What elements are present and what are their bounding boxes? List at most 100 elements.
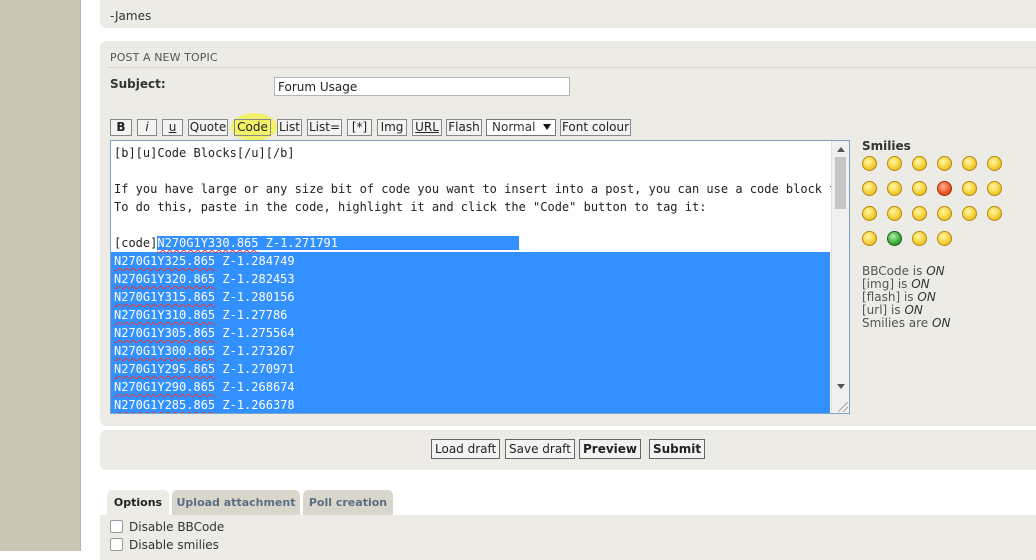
code-value: Z-1.268674 <box>215 380 295 394</box>
img-button[interactable]: Img <box>377 119 407 136</box>
preview-button[interactable]: Preview <box>579 439 642 459</box>
spellcheck-word: N270G1Y330.865 <box>157 236 259 250</box>
editor-line: To do this, paste in the code, highlight… <box>114 200 707 214</box>
surprised-smiley-icon[interactable] <box>937 156 952 171</box>
status-value: ON <box>917 290 936 304</box>
rolleyes-smiley-icon[interactable] <box>887 206 902 221</box>
font-size-select[interactable]: Normal <box>486 119 556 136</box>
cool-smiley-icon[interactable] <box>862 181 877 196</box>
tab-upload-attachment[interactable]: Upload attachment <box>172 490 300 515</box>
list-button[interactable]: List <box>277 119 302 136</box>
url-button[interactable]: URL <box>412 119 442 136</box>
tongue-smiley-icon[interactable] <box>912 181 927 196</box>
load-draft-button[interactable]: Load draft <box>431 439 501 459</box>
action-buttons-panel: Load draft Save draft Preview Submit <box>100 430 1036 470</box>
left-sidebar-strip <box>0 0 81 551</box>
subject-input[interactable] <box>274 77 570 96</box>
disable-smilies-checkbox[interactable] <box>110 538 123 551</box>
tab-options[interactable]: Options <box>107 490 169 515</box>
code-value: Z-1.273267 <box>215 344 295 358</box>
post-heading: POST A NEW TOPIC <box>110 51 218 64</box>
bbcode-status: BBCode is ON [img] is ON [flash] is ON [… <box>862 265 950 330</box>
selected-text: N270G1Y330.865 Z-1.271791 <box>157 236 519 250</box>
disable-bbcode-option[interactable]: Disable BBCode <box>110 520 224 534</box>
save-draft-button[interactable]: Save draft <box>505 439 575 459</box>
bold-button[interactable]: B <box>110 119 132 136</box>
code-tag-text: [code] <box>114 236 158 250</box>
idea-smiley-icon[interactable] <box>962 206 977 221</box>
editor-line-code-start: [code]N270G1Y330.865 Z-1.271791 <box>114 234 830 252</box>
editor-line: If you have large or any size bit of cod… <box>114 182 844 196</box>
disable-bbcode-checkbox[interactable] <box>110 520 123 533</box>
smilies-status-line: Smilies are ON <box>862 317 950 330</box>
status-value: ON <box>932 316 951 330</box>
list-item-button[interactable]: [*] <box>347 119 372 136</box>
resize-grip-icon[interactable] <box>838 402 848 412</box>
submit-button[interactable]: Submit <box>649 439 706 459</box>
tab-poll-creation[interactable]: Poll creation <box>303 490 393 515</box>
status-label: [url] is <box>862 303 901 317</box>
code-button[interactable]: Code <box>234 119 271 136</box>
evil-smiley-icon[interactable] <box>987 181 1002 196</box>
neutral-smiley-icon[interactable] <box>962 181 977 196</box>
code-value: Z-1.280156 <box>215 290 295 304</box>
code-line: N270G1Y305.865 Z-1.275564 <box>111 324 830 342</box>
scroll-down-arrow-icon[interactable] <box>837 384 845 389</box>
italic-button[interactable]: i <box>137 119 157 136</box>
angry-smiley-icon[interactable] <box>937 181 952 196</box>
font-colour-button[interactable]: Font colour <box>560 119 631 136</box>
quote-button[interactable]: Quote <box>188 119 228 136</box>
question-smiley-icon[interactable] <box>937 206 952 221</box>
spellcheck-word: N270G1Y305.865 <box>114 326 216 340</box>
status-label: [flash] is <box>862 290 914 304</box>
exclaim-smiley-icon[interactable] <box>912 206 927 221</box>
shocked-smiley-icon[interactable] <box>962 156 977 171</box>
spellcheck-word: N270G1Y295.865 <box>114 362 216 376</box>
disable-smilies-option[interactable]: Disable smilies <box>110 538 219 552</box>
code-line: N270G1Y315.865 Z-1.280156 <box>111 288 830 306</box>
spellcheck-word: N270G1Y320.865 <box>114 272 216 286</box>
heading-divider <box>108 67 1036 68</box>
spellcheck-word: N270G1Y285.865 <box>114 398 216 412</box>
underline-button[interactable]: u <box>162 119 183 136</box>
code-line: N270G1Y290.865 Z-1.268674 <box>111 378 830 396</box>
list-ordered-button[interactable]: List= <box>307 119 342 136</box>
geek-smiley-icon[interactable] <box>912 231 927 246</box>
confused-smiley-icon[interactable] <box>987 156 1002 171</box>
code-value: Z-1.270971 <box>215 362 295 376</box>
laugh-smiley-icon[interactable] <box>887 181 902 196</box>
smile-smiley-icon[interactable] <box>887 156 902 171</box>
code-line: N270G1Y300.865 Z-1.273267 <box>111 342 830 360</box>
editor-scrollbar[interactable] <box>831 141 849 413</box>
spellcheck-word: N270G1Y310.865 <box>114 308 216 322</box>
scroll-up-arrow-icon[interactable] <box>837 147 845 152</box>
sad-smiley-icon[interactable] <box>862 231 877 246</box>
font-size-value: Normal <box>492 120 536 134</box>
wink-smiley-icon[interactable] <box>912 156 927 171</box>
code-value: Z-1.282453 <box>215 272 295 286</box>
subject-label: Subject: <box>110 77 166 91</box>
status-label: [img] is <box>862 277 908 291</box>
twisted-smiley-icon[interactable] <box>862 206 877 221</box>
spellcheck-word: N270G1Y290.865 <box>114 380 216 394</box>
disable-smilies-label: Disable smilies <box>129 538 219 552</box>
signature-text: -James <box>110 9 152 23</box>
mrgreen-smiley-icon[interactable] <box>887 231 902 246</box>
message-textarea[interactable]: [b][u]Code Blocks[/u][/b] If you have la… <box>110 140 850 414</box>
signature-panel: -James <box>100 0 1036 28</box>
message-text: [b][u]Code Blocks[/u][/b] If you have la… <box>111 144 844 413</box>
disable-bbcode-label: Disable BBCode <box>129 520 225 534</box>
code-line: N270G1Y295.865 Z-1.270971 <box>111 360 830 378</box>
spellcheck-word: N270G1Y300.865 <box>114 344 216 358</box>
arrow-smiley-icon[interactable] <box>987 206 1002 221</box>
spellcheck-word: N270G1Y315.865 <box>114 290 216 304</box>
status-value: ON <box>904 303 923 317</box>
grin-smiley-icon[interactable] <box>862 156 877 171</box>
editor-line: [b][u]Code Blocks[/u][/b] <box>114 146 295 160</box>
uber-geek-smiley-icon[interactable] <box>937 231 952 246</box>
flash-button[interactable]: Flash <box>446 119 482 136</box>
code-value: Z-1.27786 <box>215 308 288 322</box>
scroll-thumb[interactable] <box>835 157 846 209</box>
status-label: Smilies are <box>862 316 929 330</box>
